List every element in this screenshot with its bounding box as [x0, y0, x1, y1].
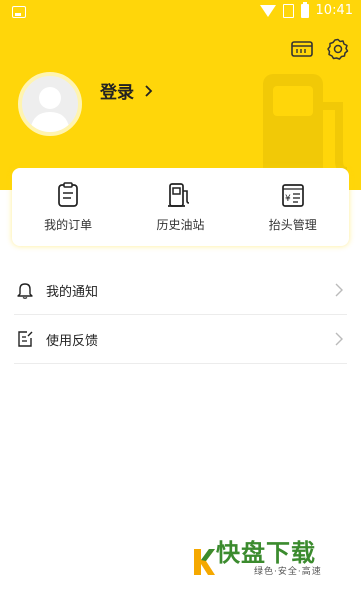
sim-icon: [282, 3, 294, 18]
status-bar: 10:41: [0, 0, 361, 26]
chevron-right-icon: [145, 84, 153, 97]
settings-list: 我的通知 使用反馈: [0, 266, 361, 364]
gas-station-icon: [168, 182, 190, 207]
login-link[interactable]: 登录: [100, 78, 154, 103]
wallet-icon[interactable]: [291, 38, 313, 60]
chevron-right-icon: [335, 332, 343, 346]
svg-text:¥: ¥: [285, 194, 291, 204]
feedback-icon: [16, 330, 34, 348]
watermark-logo: 快盘下载 绿色·安全·高速: [192, 540, 322, 577]
settings-icon[interactable]: [327, 38, 349, 60]
status-time: 10:41: [315, 3, 353, 18]
watermark-tagline: 绿色·安全·高速: [254, 567, 322, 577]
notifications-label: 我的通知: [46, 284, 99, 300]
login-label: 登录: [100, 83, 134, 103]
brand-k-icon: [194, 549, 215, 575]
watermark-brand: 快盘下载: [216, 538, 316, 567]
chevron-right-icon: [335, 283, 343, 297]
quick-actions-card: 我的订单 历史油站 ¥ 抬头管理: [12, 168, 349, 246]
invoice-icon: ¥: [281, 183, 304, 207]
history-stations-label: 历史油站: [156, 217, 205, 232]
feedback-item[interactable]: 使用反馈: [14, 315, 347, 364]
my-orders-label: 我的订单: [44, 217, 93, 232]
my-orders-button[interactable]: 我的订单: [18, 181, 118, 233]
order-icon: [58, 181, 79, 207]
profile-header: 10:41 登录: [0, 0, 361, 190]
gallery-icon: [12, 6, 26, 18]
avatar[interactable]: [18, 72, 82, 136]
invoice-title-label: 抬头管理: [268, 217, 317, 232]
history-stations-button[interactable]: 历史油站: [130, 182, 230, 233]
notifications-item[interactable]: 我的通知: [14, 266, 347, 315]
feedback-label: 使用反馈: [46, 333, 99, 349]
invoice-title-button[interactable]: ¥ 抬头管理: [243, 182, 343, 233]
bell-icon: [16, 281, 34, 299]
wifi-icon: [259, 4, 276, 17]
battery-icon: [300, 1, 309, 18]
